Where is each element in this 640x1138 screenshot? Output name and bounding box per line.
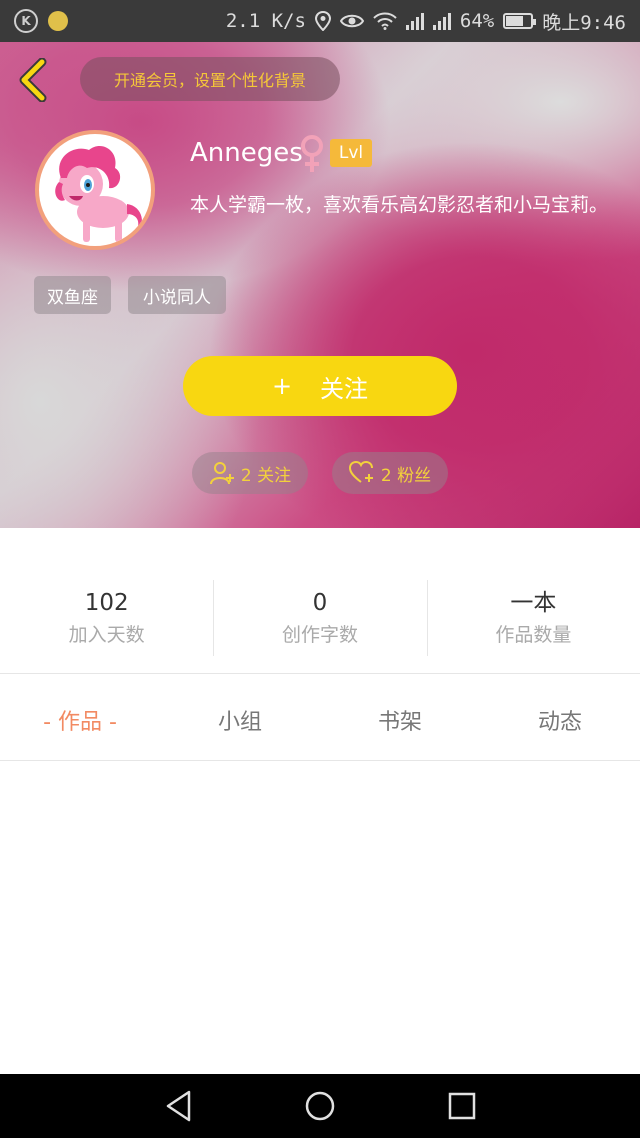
tab-group[interactable]: 小组 — [190, 690, 290, 750]
stat-value: 一本 — [510, 590, 557, 616]
nav-home-icon[interactable] — [300, 1086, 340, 1126]
follow-button[interactable]: + 关注 — [183, 356, 457, 416]
stat-value: 102 — [84, 590, 129, 616]
profile-tabs: - 作品 - 小组 书架 动态 — [0, 690, 640, 750]
following-count-pill[interactable]: 2 关注 — [192, 452, 308, 494]
battery-icon — [503, 13, 537, 29]
follow-button-label: 关注 — [320, 374, 369, 403]
avatar[interactable] — [35, 130, 155, 250]
username: Anneges — [190, 138, 303, 168]
stat-value: 0 — [312, 590, 328, 616]
tag-zodiac[interactable]: 双鱼座 — [34, 276, 111, 314]
network-speed: 2.1 K/s — [225, 10, 306, 32]
heart-plus-icon — [348, 460, 373, 483]
location-icon — [314, 11, 331, 31]
tab-works[interactable]: - 作品 - — [20, 690, 140, 750]
battery-percent: 64% — [459, 10, 495, 32]
wifi-icon — [373, 12, 397, 30]
stat-days-joined: 102 加入天数 — [0, 580, 213, 656]
profile-stats: 102 加入天数 0 创作字数 一本 作品数量 — [0, 580, 640, 656]
pony-avatar-image — [55, 146, 142, 242]
fans-count: 2 粉丝 — [380, 465, 432, 486]
add-user-icon — [209, 462, 234, 485]
stat-label: 加入天数 — [68, 624, 145, 646]
divider — [0, 760, 640, 761]
nav-back-icon[interactable] — [160, 1086, 200, 1126]
user-bio: 本人学霸一枚，喜欢看乐高幻影忍者和小马宝莉。 — [190, 194, 609, 216]
notification-bulb-icon — [48, 11, 68, 31]
level-badge: Lvl — [330, 139, 372, 167]
fans-count-pill[interactable]: 2 粉丝 — [332, 452, 448, 494]
nav-recent-apps-icon[interactable] — [442, 1086, 482, 1126]
signal-4g-icon: 4G — [405, 12, 424, 272]
signal-2g-icon: 2G — [432, 12, 451, 272]
tab-bookshelf[interactable]: 书架 — [350, 690, 450, 750]
following-count: 2 关注 — [240, 465, 292, 486]
system-nav-bar — [0, 1074, 640, 1138]
clock: 晚上9:46 — [542, 11, 626, 34]
divider — [0, 673, 640, 674]
status-bar: K 2.1 K/s 4G 2G 64% 晚上9:46 — [0, 0, 640, 272]
vip-background-banner[interactable]: 开通会员，设置个性化背景 — [80, 57, 340, 101]
stat-label: 创作字数 — [281, 624, 358, 646]
back-arrow-icon[interactable] — [16, 58, 52, 102]
female-gender-icon — [301, 135, 323, 172]
plus-icon: + — [271, 372, 293, 400]
app-k-icon: K — [14, 9, 38, 33]
tab-activity[interactable]: 动态 — [510, 690, 610, 750]
stat-words-written: 0 创作字数 — [213, 580, 426, 656]
tag-fanfiction[interactable]: 小说同人 — [128, 276, 226, 314]
eye-icon — [339, 14, 364, 28]
profile-header: 开通会员，设置个性化背景 Anneges Lvl 本人学霸一枚，喜欢看乐高幻影忍… — [0, 42, 640, 528]
stat-label: 作品数量 — [495, 624, 572, 646]
stat-works-count: 一本 作品数量 — [426, 580, 640, 656]
